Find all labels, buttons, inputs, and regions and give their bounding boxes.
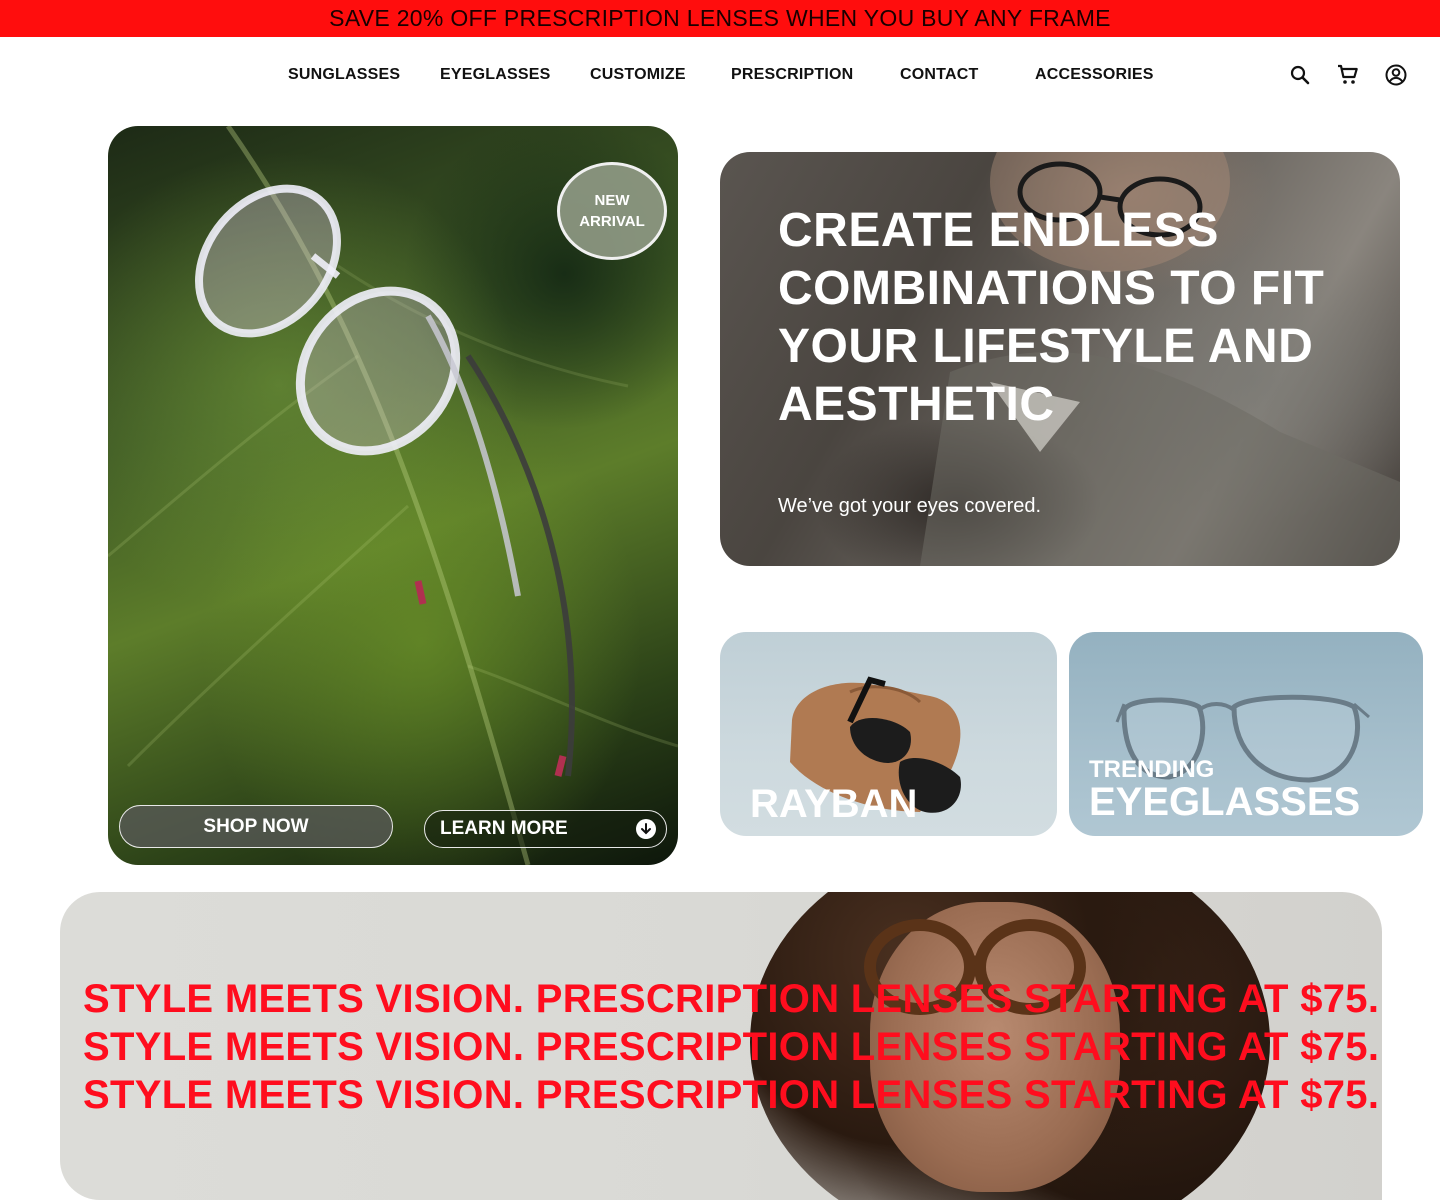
learn-more-button[interactable]: LEARN MORE <box>424 810 667 848</box>
nav-accessories[interactable]: ACCESSORIES <box>1035 66 1154 84</box>
nav-sunglasses[interactable]: SUNGLASSES <box>288 66 400 84</box>
account-icon[interactable] <box>1384 63 1408 87</box>
learn-more-label: LEARN MORE <box>440 818 568 839</box>
promo-text: SAVE 20% OFF PRESCRIPTION LENSES WHEN YO… <box>329 5 1111 31</box>
hero-headline: CREATE ENDLESS COMBINATIONS TO FIT YOUR … <box>778 204 1325 431</box>
nav-customize[interactable]: CUSTOMIZE <box>590 66 686 84</box>
trending-title: EYEGLASSES <box>1089 780 1361 824</box>
new-arrival-badge: NEW ARRIVAL <box>557 162 667 260</box>
marquee-line-2: STYLE MEETS VISION. PRESCRIPTION LENSES … <box>83 1025 1380 1069</box>
promo-banner: SAVE 20% OFF PRESCRIPTION LENSES WHEN YO… <box>0 0 1440 37</box>
nav-prescription[interactable]: PRESCRIPTION <box>731 66 853 84</box>
main-nav: SUNGLASSES EYEGLASSES CUSTOMIZE PRESCRIP… <box>0 37 1440 113</box>
marquee-line-1: STYLE MEETS VISION. PRESCRIPTION LENSES … <box>83 977 1380 1021</box>
nav-contact[interactable]: CONTACT <box>900 66 978 84</box>
search-icon[interactable] <box>1288 63 1312 87</box>
trending-eyeglasses-card[interactable]: TRENDING EYEGLASSES <box>1069 632 1423 836</box>
hero-lifestyle: CREATE ENDLESS COMBINATIONS TO FIT YOUR … <box>720 152 1400 566</box>
badge-line-1: NEW <box>594 192 630 209</box>
shop-now-label: SHOP NOW <box>203 815 309 837</box>
prescription-promo-banner: STYLE MEETS VISION. PRESCRIPTION LENSES … <box>60 892 1382 1200</box>
hero-subtitle: We’ve got your eyes covered. <box>778 495 1042 517</box>
hero-new-arrival: NEW ARRIVAL SHOP NOW LEARN MORE <box>108 126 678 865</box>
shop-now-button[interactable]: SHOP NOW <box>119 805 393 848</box>
marquee-line-3: STYLE MEETS VISION. PRESCRIPTION LENSES … <box>83 1073 1380 1117</box>
promo-marquee: STYLE MEETS VISION. PRESCRIPTION LENSES … <box>83 975 1379 1119</box>
rayban-title: RAYBAN <box>750 782 918 826</box>
arrow-down-icon <box>636 819 656 839</box>
cart-icon[interactable] <box>1336 63 1360 87</box>
badge-line-2: ARRIVAL <box>579 213 645 230</box>
nav-eyeglasses[interactable]: EYEGLASSES <box>440 66 550 84</box>
rayban-card[interactable]: RAYBAN <box>720 632 1057 836</box>
